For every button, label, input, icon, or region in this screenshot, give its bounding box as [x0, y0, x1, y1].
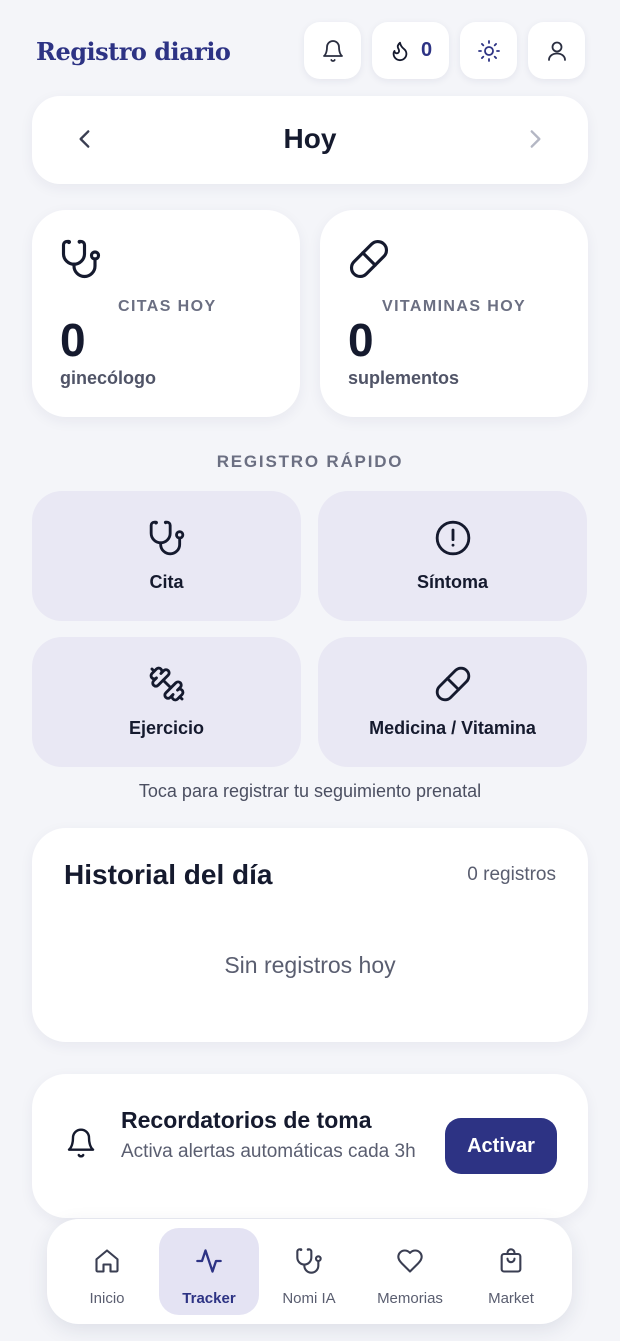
nav-item-tracker[interactable]: Tracker [159, 1228, 259, 1315]
nav-label: Memorias [377, 1290, 443, 1307]
date-navigator: Hoy [32, 96, 588, 184]
appointments-stat-card: CITAS HOY 0 ginecólogo [32, 210, 300, 417]
nav-item-memorias[interactable]: Memorias [360, 1228, 460, 1315]
reminder-title: Recordatorios de toma [121, 1107, 372, 1133]
nav-label: Nomi IA [282, 1290, 336, 1307]
nav-label: Market [488, 1290, 534, 1307]
quick-log-symptom-button[interactable]: Síntoma [318, 491, 587, 621]
nav-item-nomi-ia[interactable]: Nomi IA [259, 1228, 359, 1315]
quick-log-appointment-button[interactable]: Cita [32, 491, 301, 621]
flame-icon [389, 40, 411, 62]
quick-log-label: Cita [149, 572, 184, 592]
history-title: Historial del día [64, 859, 273, 890]
profile-button[interactable] [528, 22, 585, 79]
stethoscope-icon [259, 1247, 359, 1275]
alert-circle-icon [318, 519, 587, 557]
pill-icon [318, 665, 587, 703]
quick-log-label: Ejercicio [128, 718, 205, 738]
bottom-nav: Inicio Tracker Nomi IA Memorias Market [47, 1219, 572, 1324]
nav-label: Tracker [182, 1290, 236, 1307]
quick-log-medicine-button[interactable]: Medicina / Vitamina [318, 637, 587, 767]
history-empty-state: Sin registros hoy [224, 952, 396, 978]
quick-log-label: Síntoma [416, 572, 488, 592]
shopping-bag-icon [461, 1247, 561, 1275]
stethoscope-icon [32, 519, 301, 557]
streak-count: 0 [420, 39, 433, 61]
quick-log-title: REGISTRO RÁPIDO [216, 452, 404, 471]
stat-unit: ginecólogo [60, 368, 156, 388]
reminder-card: Recordatorios de toma Activa alertas aut… [32, 1074, 588, 1218]
stat-unit: suplementos [348, 368, 460, 388]
vitamins-stat-card: VITAMINAS HOY 0 suplementos [320, 210, 588, 417]
date-title: Hoy [283, 123, 337, 154]
quick-log-exercise-button[interactable]: Ejercicio [32, 637, 301, 767]
activity-icon [159, 1247, 259, 1275]
bell-icon [321, 39, 345, 63]
nav-item-market[interactable]: Market [461, 1228, 561, 1315]
stat-label: VITAMINAS HOY [382, 298, 527, 315]
history-card: Historial del día 0 registros Sin regist… [32, 828, 588, 1042]
nav-label: Inicio [89, 1290, 125, 1307]
sun-icon [477, 39, 501, 63]
streak-button[interactable]: 0 [372, 22, 449, 79]
stat-value: 0 [348, 314, 374, 366]
notifications-button[interactable] [304, 22, 361, 79]
history-count: 0 registros [467, 864, 556, 885]
chevron-right-icon[interactable] [522, 126, 548, 152]
nav-item-inicio[interactable]: Inicio [57, 1228, 157, 1315]
page-title: Registro diario [36, 37, 231, 66]
bell-icon [65, 1127, 97, 1159]
pill-icon [348, 238, 390, 280]
dumbbell-icon [32, 665, 301, 703]
quick-log-hint: Toca para registrar tu seguimiento prena… [138, 781, 482, 801]
reminder-description: Activa alertas automáticas cada 3h [121, 1141, 416, 1162]
activate-reminders-button[interactable]: Activar [445, 1118, 557, 1174]
quick-log-label: Medicina / Vitamina [369, 718, 536, 738]
home-icon [57, 1247, 157, 1275]
theme-toggle-button[interactable] [460, 22, 517, 79]
user-icon [545, 39, 569, 63]
heart-icon [360, 1247, 460, 1275]
stethoscope-icon [60, 238, 102, 280]
stat-value: 0 [60, 314, 86, 366]
